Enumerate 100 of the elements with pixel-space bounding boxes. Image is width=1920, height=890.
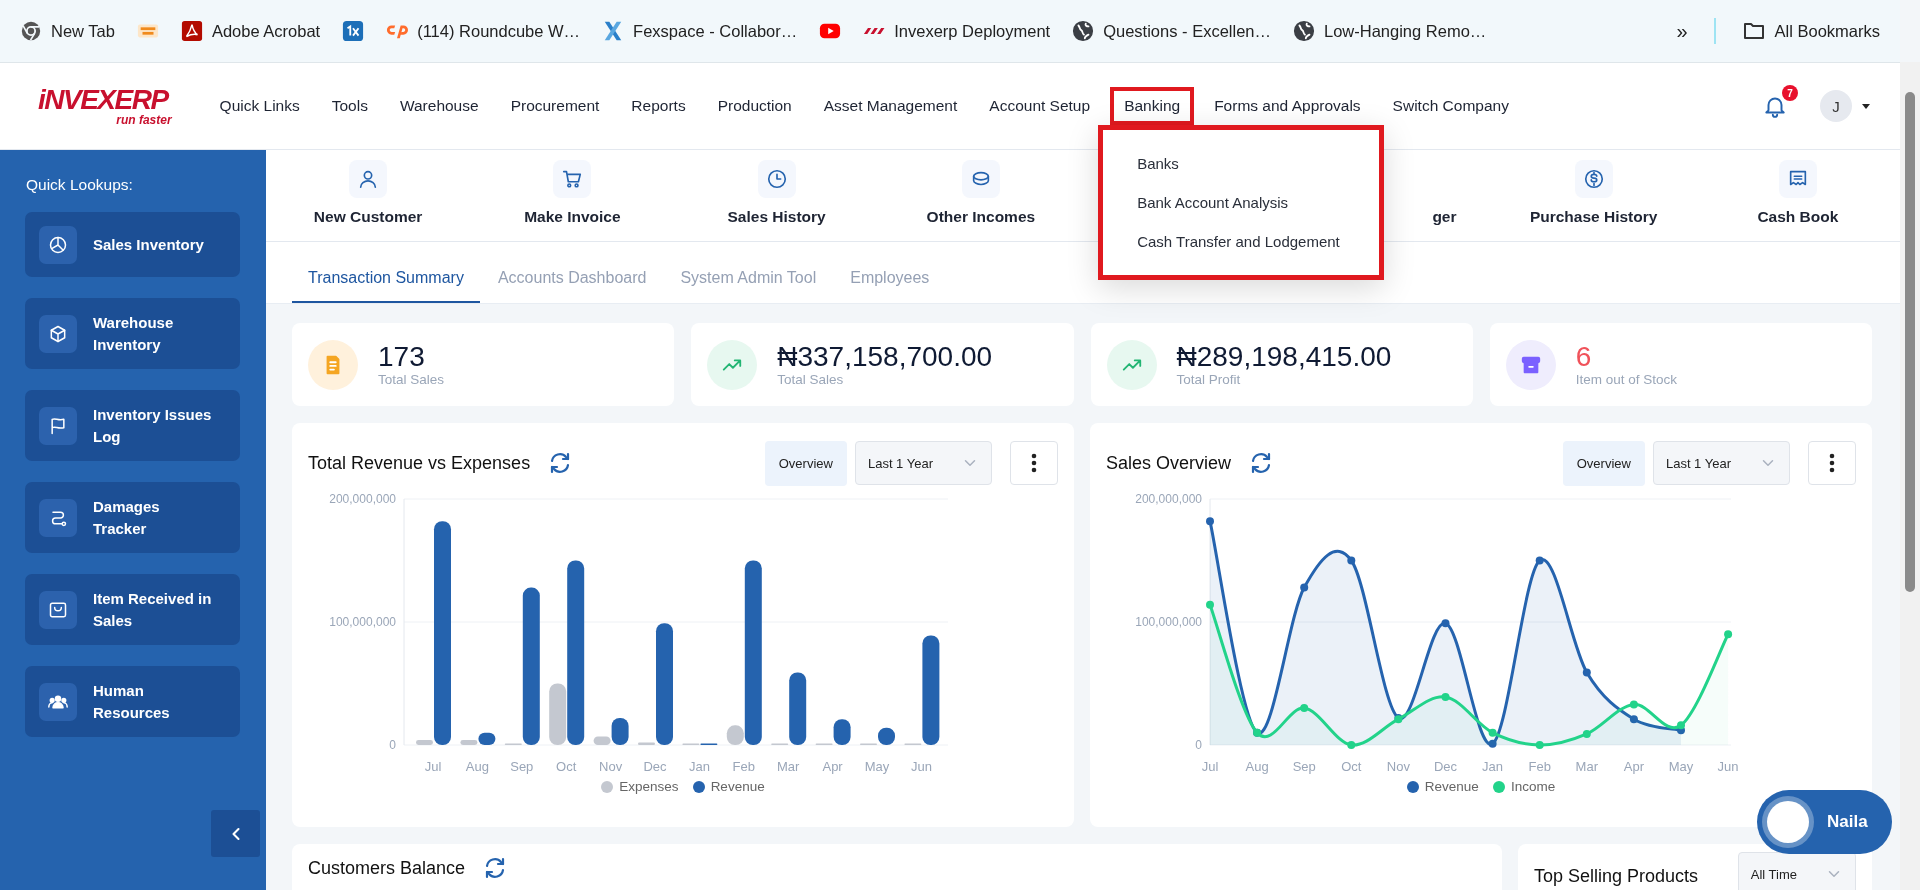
more-options-button[interactable] — [1808, 441, 1856, 485]
scrollbar-thumb[interactable] — [1905, 92, 1915, 592]
caret-icon[interactable] — [1862, 103, 1870, 109]
sidebar-item[interactable]: Damages Tracker — [25, 482, 240, 553]
overview-button[interactable]: Overview — [1562, 440, 1645, 486]
data-point — [1535, 556, 1544, 565]
axis-tick-label: Aug — [1245, 759, 1269, 774]
nav-menu-item[interactable]: Tools — [319, 87, 380, 125]
globe-icon — [1293, 20, 1315, 42]
axis-tick-label: May — [1668, 759, 1694, 774]
nav-menu-item[interactable]: Forms and Approvals — [1202, 87, 1373, 125]
acrobat-icon — [180, 20, 203, 42]
nav-menu-item[interactable]: Production — [705, 87, 804, 125]
data-point — [1441, 693, 1450, 702]
axis-tick-label: Jul — [424, 759, 442, 774]
bookmark-link[interactable]: Fexspace - Collabor… — [594, 15, 806, 47]
data-point — [1206, 517, 1214, 526]
axis-tick-label: Jan — [1482, 759, 1504, 774]
sidebar-heading: Quick Lookups: — [26, 176, 134, 194]
bookmark-link[interactable]: Questions - Excellen… — [1064, 15, 1279, 47]
menu-item[interactable]: Cash Transfer and Lodgement — [1103, 222, 1380, 261]
chat-assistant-button[interactable]: Naila — [1757, 790, 1892, 854]
axis-tick-label: Oct — [556, 759, 577, 774]
chart-title: Total Revenue vs Expenses — [308, 452, 531, 474]
data-point — [1582, 729, 1591, 738]
quick-action-link[interactable]: Cash Book — [1695, 150, 1900, 241]
bookmark-link[interactable]: (114) Roundcube W… — [378, 15, 589, 47]
sidebar-item[interactable]: Warehouse Inventory — [25, 298, 240, 369]
bookmark-link[interactable]: Invexerp Deployment — [855, 16, 1059, 46]
cart-icon — [561, 168, 584, 190]
sidebar-item[interactable]: Sales Inventory — [25, 212, 240, 277]
nav-menu-item[interactable]: Procurement — [498, 87, 612, 125]
panel-title: Top Selling Products — [1534, 865, 1699, 887]
axis-tick-label: Mar — [777, 759, 800, 774]
company-logo[interactable]: iNVEXERP run faster — [36, 82, 178, 130]
stat-value: ₦289,198,415.00 — [1176, 341, 1392, 373]
period-select[interactable]: Last 1 Year — [854, 441, 992, 485]
data-point — [1347, 741, 1356, 749]
axis-tick-label: Jun — [1717, 759, 1739, 774]
nav-menu-item[interactable]: Banking — [1110, 87, 1195, 125]
axis-tick-label: Jun — [910, 759, 932, 774]
sidebar-item[interactable]: Item Received in Sales — [25, 574, 240, 645]
axis-tick-label: Feb — [732, 759, 755, 774]
bookmark-link[interactable]: New Tab — [12, 15, 123, 47]
nav-menu-item[interactable]: Account Setup — [977, 87, 1103, 125]
all-bookmarks-link[interactable]: All Bookmarks — [1733, 14, 1888, 48]
period-select[interactable]: All Time — [1737, 852, 1856, 890]
data-point — [1441, 619, 1450, 628]
quick-action-link[interactable]: Make Invoice — [470, 150, 675, 241]
sidebar-item[interactable]: Inventory Issues Log — [25, 390, 240, 461]
flag-icon — [48, 415, 68, 436]
stat-value: 6 — [1575, 341, 1593, 373]
data-point — [1300, 704, 1309, 713]
menu-item[interactable]: Banks — [1103, 144, 1380, 183]
data-point — [1206, 600, 1214, 609]
kebab-icon — [1031, 453, 1037, 473]
stat-label: Total Sales — [777, 372, 845, 388]
stat-label: Item out of Stock — [1575, 372, 1678, 388]
browser-logo-icon — [20, 20, 42, 42]
quick-action-link[interactable]: ger — [1432, 150, 1457, 241]
axis-tick-label: Feb — [1528, 759, 1551, 774]
data-point — [1347, 556, 1356, 565]
nav-menu-item[interactable]: Asset Management — [811, 87, 970, 125]
quick-action-link[interactable]: Sales History — [674, 150, 879, 241]
menu-item[interactable]: Bank Account Analysis — [1103, 183, 1380, 222]
axis-tick-label: Nov — [1386, 759, 1410, 774]
legend-label: Expenses — [619, 779, 679, 794]
data-point — [1300, 583, 1309, 592]
axis-tick-label: 100,000,000 — [329, 615, 396, 629]
more-options-button[interactable] — [1010, 441, 1058, 485]
legend-label: Income — [1510, 779, 1556, 794]
data-point — [1488, 728, 1497, 737]
axis-tick-label: Nov — [599, 759, 623, 774]
more-bookmarks-button[interactable]: » — [1668, 14, 1696, 48]
quick-action-link[interactable]: Purchase History — [1491, 150, 1696, 241]
quick-action-link[interactable]: New Customer — [266, 150, 471, 241]
nav-menu-item[interactable]: Reports — [619, 87, 698, 125]
axis-tick-label: 0 — [1195, 738, 1202, 752]
axis-tick-label: Jul — [1201, 759, 1219, 774]
axis-tick-label: 0 — [389, 738, 396, 752]
sidebar-item[interactable]: Human Resources — [25, 666, 240, 737]
bookmark-link[interactable]: Low-Hanging Remo… — [1285, 15, 1495, 47]
period-select[interactable]: Last 1 Year — [1652, 441, 1790, 485]
stat-label: Total Sales — [378, 372, 445, 388]
nav-menu-item[interactable]: Switch Company — [1380, 87, 1521, 125]
axis-tick-label: Apr — [1623, 759, 1644, 774]
bookmark-link[interactable]: Adobe Acrobat — [172, 15, 329, 47]
quick-action-link[interactable]: Other Incomes — [878, 150, 1083, 241]
overview-button[interactable]: Overview — [764, 440, 847, 486]
data-point — [1629, 700, 1638, 709]
nav-menu-item[interactable]: Warehouse — [387, 87, 491, 125]
nav-menu-item[interactable]: Quick Links — [207, 87, 312, 125]
app-logo-icon — [342, 20, 365, 42]
tab[interactable]: Transaction Summary — [292, 269, 480, 303]
user-avatar[interactable]: J — [1820, 90, 1852, 122]
globe-icon — [1072, 20, 1095, 42]
panel-title: Customers Balance — [308, 857, 466, 879]
data-point — [1724, 630, 1733, 639]
axis-tick-label: Dec — [1433, 759, 1458, 774]
data-point — [1535, 741, 1544, 749]
